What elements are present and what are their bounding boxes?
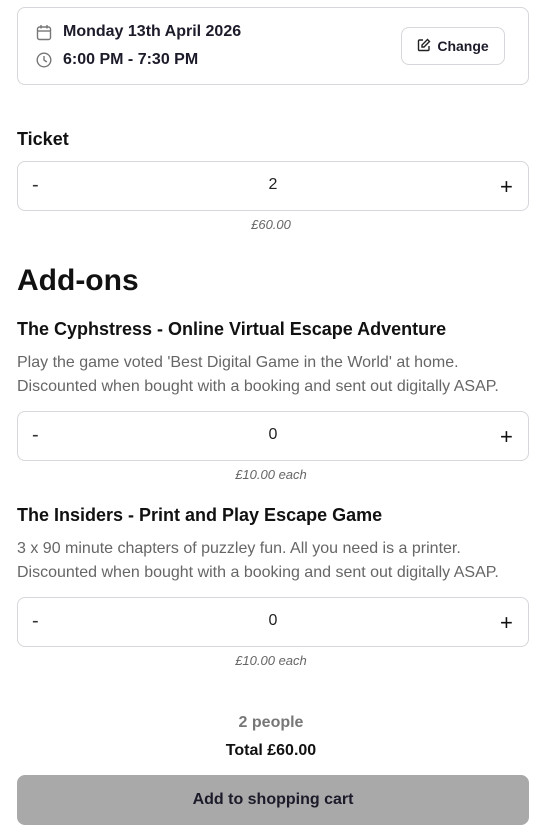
order-total: Total £60.00: [225, 742, 317, 759]
addon-increment-button[interactable]: +: [500, 610, 518, 635]
addon-quantity-stepper: - 0 +: [17, 411, 529, 461]
booking-date: Monday 13th April 2026: [63, 23, 242, 40]
addon-increment-button[interactable]: +: [500, 424, 518, 449]
ticket-quantity-stepper: - 2 +: [17, 161, 529, 211]
ticket-label: Ticket: [17, 129, 69, 149]
ticket-increment-button[interactable]: +: [500, 174, 518, 199]
edit-icon: [417, 38, 431, 55]
addon-name: The Insiders - Print and Play Escape Gam…: [17, 505, 383, 525]
change-button-label: Change: [437, 38, 489, 54]
addon-description: 3 x 90 minute chapters of puzzley fun. A…: [17, 540, 499, 581]
addon-quantity-value[interactable]: 0: [18, 426, 528, 444]
addon-quantity-value[interactable]: 0: [18, 612, 528, 630]
calendar-icon: [36, 23, 52, 41]
addon-quantity-stepper: - 0 +: [17, 597, 529, 647]
addon-description: Play the game voted 'Best Digital Game i…: [17, 354, 499, 395]
time-row: 6:00 PM - 7:30 PM: [36, 51, 198, 69]
people-count: 2 people: [238, 714, 304, 731]
addon-price: £10.00 each: [235, 653, 307, 668]
add-to-cart-button[interactable]: Add to shopping cart: [17, 775, 529, 825]
date-row: Monday 13th April 2026: [36, 23, 241, 41]
booking-datetime-card: Monday 13th April 2026 6:00 PM - 7:30 PM…: [17, 7, 529, 85]
ticket-price: £60.00: [251, 217, 291, 232]
addon-price: £10.00 each: [235, 467, 307, 482]
booking-time: 6:00 PM - 7:30 PM: [63, 51, 199, 68]
change-datetime-button[interactable]: Change: [401, 27, 505, 65]
addon-name: The Cyphstress - Online Virtual Escape A…: [17, 319, 447, 339]
clock-icon: [36, 51, 52, 69]
addons-heading: Add-ons: [17, 264, 139, 297]
ticket-quantity-value[interactable]: 2: [18, 176, 528, 194]
